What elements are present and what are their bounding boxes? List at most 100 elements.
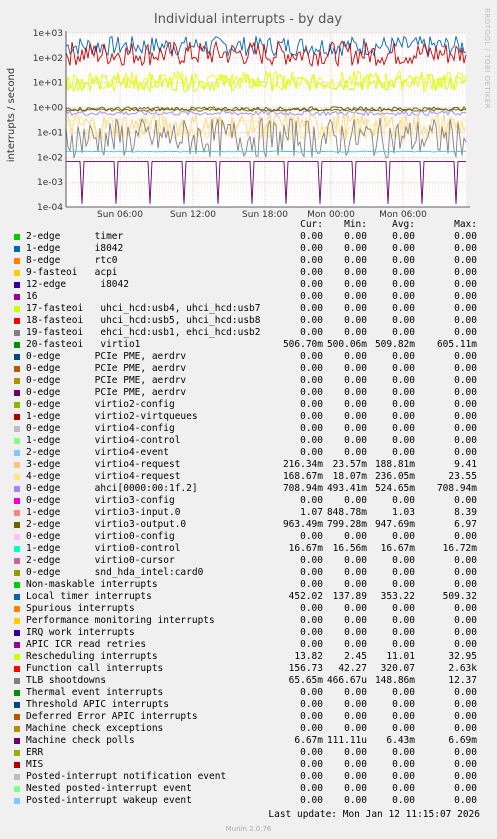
legend-label: Posted-interrupt notification event	[26, 771, 227, 782]
legend-value-avg: 0.00	[392, 411, 415, 422]
legend-value-avg: 0.00	[392, 255, 415, 266]
legend-value-avg: 0.00	[392, 495, 415, 506]
legend-row: Threshold APIC interrupts 0.00 0.00 0.00 0.0…	[0, 699, 497, 711]
legend-row: Deferred Error APIC interrupts 0.00 0.00 0.…	[0, 711, 497, 723]
legend-value-max: 0.00	[454, 387, 477, 398]
legend-label: 0-edge PCIe PME, aerdrv	[26, 387, 187, 398]
legend-value-avg: 0.00	[392, 759, 415, 770]
chart-canvas: Individual interrupts - by day interrupt…	[6, 12, 470, 219]
legend-label: Non-maskable interrupts	[26, 579, 158, 590]
legend-row: Rescheduling interrupts 13.82 2.45 11.01 32.…	[0, 651, 497, 663]
legend-row: Non-maskable interrupts 0.00 0.00 0.00 0.00	[0, 579, 497, 591]
legend-value-max: 0.00	[454, 327, 477, 338]
legend-value-avg: 16.67m	[380, 543, 415, 554]
legend-value-avg: 6.43m	[386, 735, 415, 746]
legend-value-max: 0.00	[454, 435, 477, 446]
legend-label: 2-edge virtio3-output.0	[26, 519, 187, 530]
chart-title: Individual interrupts - by day	[154, 12, 342, 27]
legend-value-max: 0.00	[454, 687, 477, 698]
legend-value-avg: 0.00	[392, 567, 415, 578]
legend-row: 2-edge virtio3-output.0 963.49m 799.28m 947…	[0, 519, 497, 531]
legend-row: 1-edge virtio4-control 0.00 0.00 0.00 0.00	[0, 435, 497, 447]
legend-label: APIC ICR read retries	[26, 639, 147, 650]
legend-value-max: 0.00	[454, 795, 477, 806]
legend-row: Performance monitoring interrupts 0.00 0.0…	[0, 615, 497, 627]
legend-value-avg: 0.00	[392, 615, 415, 626]
legend-label: Function call interrupts	[26, 663, 164, 674]
legend-swatch	[14, 666, 20, 672]
legend-swatch	[14, 426, 20, 432]
legend-label: Deferred Error APIC interrupts	[26, 711, 198, 722]
legend-row: 12-edge i8042 0.00 0.00 0.00 0.00	[0, 279, 497, 291]
x-tick-label: Mon 00:00	[307, 210, 355, 219]
legend-value-max: 708.94m	[436, 483, 477, 494]
legend-swatch	[14, 546, 20, 552]
legend-row: 17-fasteoi uhci_hcd:usb4, uhci_hcd:usb7 0…	[0, 303, 497, 315]
legend-swatch	[14, 498, 20, 504]
legend-label: Thermal event interrupts	[26, 687, 164, 698]
legend-row: 9-fasteoi acpi 0.00 0.00 0.00 0.00	[0, 267, 497, 279]
legend-row: 2-edge timer 0.00 0.00 0.00 0.00	[0, 231, 497, 243]
legend-value-max: 509.32	[442, 591, 477, 602]
legend-label: ERR	[26, 747, 44, 758]
legend-value-avg: 0.00	[392, 315, 415, 326]
legend-value-max: 0.00	[454, 555, 477, 566]
legend-row: Function call interrupts 156.73 42.27 320.0…	[0, 663, 497, 675]
y-tick-label: 1e-02	[37, 153, 63, 163]
x-tick-label: Sun 12:00	[170, 210, 216, 219]
legend-value-avg: 509.82m	[374, 339, 415, 350]
legend-value-max: 0.00	[454, 759, 477, 770]
x-tick-label: Sun 18:00	[242, 210, 288, 219]
legend-value-avg: 524.65m	[374, 483, 415, 494]
legend-label: Rescheduling interrupts	[26, 651, 158, 662]
legend-value-max: 16.72m	[442, 543, 477, 554]
legend-value-avg: 0.00	[392, 231, 415, 242]
legend-swatch	[14, 402, 20, 408]
legend-value-avg: 11.01	[386, 651, 415, 662]
legend-label: 20-fasteoi virtio1	[26, 339, 141, 350]
legend-swatch	[14, 738, 20, 744]
legend-value-avg: 0.00	[392, 579, 415, 590]
legend-value-avg: 0.00	[392, 723, 415, 734]
legend-value-avg: 0.00	[392, 279, 415, 290]
x-tick-label: Sun 06:00	[97, 210, 143, 219]
legend-value-avg: 0.00	[392, 243, 415, 254]
legend-label: Machine check polls	[26, 735, 135, 746]
legend-swatch	[14, 558, 20, 564]
legend-value-max: 0.00	[454, 303, 477, 314]
legend-row: Nested posted-interrupt event 0.00 0.00 0.0…	[0, 783, 497, 795]
legend-row: Machine check polls 6.67m 111.11u 6.43m 6.69…	[0, 735, 497, 747]
legend-value-avg: 0.00	[392, 555, 415, 566]
legend-value-avg: 0.00	[392, 375, 415, 386]
legend-swatch	[14, 714, 20, 720]
col-avg-header: Avg:	[392, 219, 415, 230]
legend-swatch	[14, 270, 20, 276]
legend-value-max: 0.00	[454, 723, 477, 734]
legend-row: MIS 0.00 0.00 0.00 0.00	[0, 759, 497, 771]
y-tick-label: 1e+00	[33, 104, 64, 114]
legend-label: 2-edge virtio0-cursor	[26, 555, 175, 566]
legend-swatch	[14, 630, 20, 636]
legend-value-avg: 0.00	[392, 291, 415, 302]
legend-label: 0-edge PCIe PME, aerdrv	[26, 351, 187, 362]
legend-row: 2-edge virtio0-cursor 0.00 0.00 0.00 0.00	[0, 555, 497, 567]
legend-label: 0-edge snd_hda_intel:card0	[26, 567, 204, 578]
legend-row: 18-fasteoi uhci_hcd:usb5, uhci_hcd:usb8 0…	[0, 315, 497, 327]
legend-value-max: 0.00	[454, 411, 477, 422]
legend-row: Spurious interrupts 0.00 0.00 0.00 0.00	[0, 603, 497, 615]
legend-value-avg: 0.00	[392, 747, 415, 758]
legend-value-max: 0.00	[454, 699, 477, 710]
legend-value-max: 0.00	[454, 231, 477, 242]
col-max-header: Max:	[454, 219, 477, 230]
legend-label: Posted-interrupt wakeup event	[26, 795, 192, 806]
y-tick-label: 1e+02	[33, 54, 63, 64]
legend-value-max: 0.00	[454, 399, 477, 410]
legend-label: 9-fasteoi acpi	[26, 267, 118, 278]
legend-value-max: 2.63k	[448, 663, 477, 674]
y-tick-label: 1e-03	[37, 178, 63, 188]
legend-row: 1-edge virtio0-control 16.67m 16.56m 16.67m…	[0, 543, 497, 555]
legend-label: Nested posted-interrupt event	[26, 783, 192, 794]
legend-value-avg: 0.00	[392, 351, 415, 362]
legend-value-avg: 0.00	[392, 423, 415, 434]
legend-swatch	[14, 414, 20, 420]
